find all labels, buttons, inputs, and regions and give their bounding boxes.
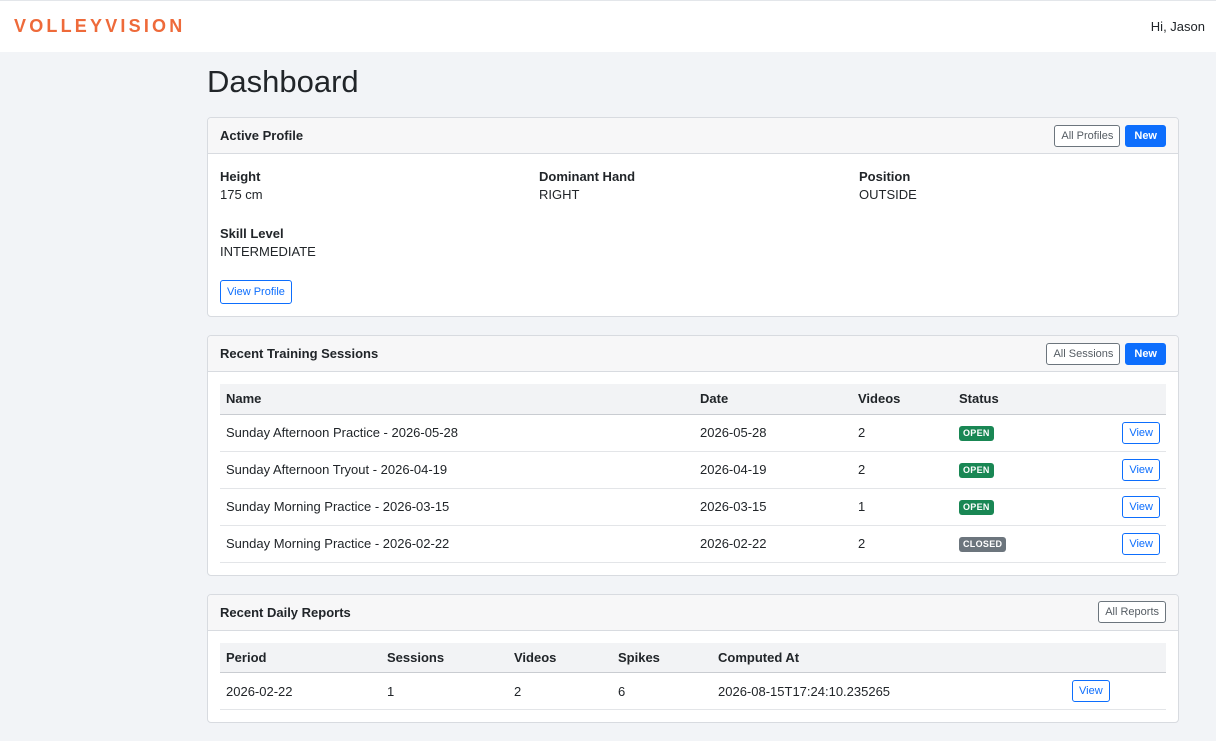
- session-status-cell: OPEN: [953, 451, 1073, 489]
- column-header-sessions: Sessions: [381, 642, 508, 673]
- session-date: 2026-02-22: [694, 525, 852, 563]
- reports-body: Period Sessions Videos Spikes Computed A…: [208, 631, 1178, 723]
- report-actions: View: [1066, 672, 1166, 710]
- column-header-actions: [1073, 384, 1166, 415]
- session-actions: View: [1073, 414, 1166, 452]
- column-header-status: Status: [953, 384, 1073, 415]
- session-date: 2026-05-28: [694, 414, 852, 452]
- report-period: 2026-02-22: [220, 672, 381, 710]
- status-badge: OPEN: [959, 463, 994, 478]
- profile-actions: All Profiles New: [1054, 124, 1166, 147]
- report-spikes: 6: [612, 672, 712, 710]
- reports-table: Period Sessions Videos Spikes Computed A…: [220, 642, 1166, 710]
- active-profile-card: Active Profile All Profiles New Height 1…: [207, 117, 1179, 317]
- brand-logo[interactable]: VOLLEYVISION: [14, 16, 185, 37]
- reports-actions: All Reports: [1098, 601, 1166, 623]
- field-value: RIGHT: [539, 187, 580, 202]
- card-title: Active Profile: [220, 128, 304, 143]
- recent-sessions-card: Recent Training Sessions All Sessions Ne…: [207, 335, 1179, 576]
- sessions-actions: All Sessions New: [1046, 342, 1166, 365]
- session-name: Sunday Morning Practice - 2026-02-22: [220, 525, 694, 563]
- session-date: 2026-04-19: [694, 451, 852, 489]
- profile-fields: Height 175 cm Dominant Hand RIGHT Positi…: [220, 166, 1166, 261]
- report-computed-at: 2026-08-15T17:24:10.235265: [712, 672, 1066, 710]
- table-header-row: Name Date Videos Status: [220, 384, 1166, 415]
- profile-field-position: Position OUTSIDE: [859, 168, 1166, 204]
- view-report-button[interactable]: View: [1072, 680, 1110, 702]
- session-name: Sunday Afternoon Tryout - 2026-04-19: [220, 451, 694, 489]
- status-badge: CLOSED: [959, 537, 1007, 552]
- session-videos: 1: [852, 488, 953, 526]
- view-session-button[interactable]: View: [1122, 458, 1160, 481]
- view-session-button[interactable]: View: [1122, 421, 1160, 444]
- new-profile-button[interactable]: New: [1125, 124, 1166, 147]
- table-header-row: Period Sessions Videos Spikes Computed A…: [220, 642, 1166, 673]
- column-header-actions: [1066, 642, 1166, 673]
- column-header-name: Name: [220, 384, 694, 415]
- report-sessions: 1: [381, 672, 508, 710]
- session-actions: View: [1073, 525, 1166, 563]
- table-row: 2026-02-22 1 2 6 2026-08-15T17:24:10.235…: [220, 672, 1166, 710]
- recent-sessions-header: Recent Training Sessions All Sessions Ne…: [208, 336, 1178, 372]
- user-greeting[interactable]: Hi, Jason: [1151, 19, 1205, 34]
- session-status-cell: CLOSED: [953, 525, 1073, 563]
- view-profile-button[interactable]: View Profile: [220, 280, 292, 304]
- table-row: Sunday Morning Practice - 2026-03-15 202…: [220, 488, 1166, 526]
- column-header-spikes: Spikes: [612, 642, 712, 673]
- session-videos: 2: [852, 525, 953, 563]
- page-title: Dashboard: [207, 64, 359, 99]
- session-status-cell: OPEN: [953, 414, 1073, 452]
- field-value: OUTSIDE: [859, 187, 917, 202]
- session-actions: View: [1073, 488, 1166, 526]
- sessions-table: Name Date Videos Status Sunday Afternoon…: [220, 384, 1166, 563]
- session-videos: 2: [852, 451, 953, 489]
- table-row: Sunday Morning Practice - 2026-02-22 202…: [220, 525, 1166, 563]
- status-badge: OPEN: [959, 426, 994, 441]
- field-label: Height: [220, 169, 261, 184]
- view-session-button[interactable]: View: [1122, 495, 1160, 518]
- all-profiles-button[interactable]: All Profiles: [1054, 124, 1121, 147]
- top-navbar: VOLLEYVISION Hi, Jason: [0, 0, 1216, 52]
- profile-field-height: Height 175 cm: [220, 168, 539, 204]
- session-name: Sunday Morning Practice - 2026-03-15: [220, 488, 694, 526]
- new-session-button[interactable]: New: [1125, 342, 1166, 365]
- recent-reports-header: Recent Daily Reports All Reports: [208, 594, 1178, 631]
- card-title: Recent Training Sessions: [220, 346, 379, 361]
- all-reports-button[interactable]: All Reports: [1098, 601, 1166, 623]
- session-videos: 2: [852, 414, 953, 452]
- view-session-button[interactable]: View: [1122, 532, 1160, 555]
- field-label: Skill Level: [220, 226, 284, 241]
- field-label: Dominant Hand: [539, 169, 636, 184]
- card-title: Recent Daily Reports: [220, 604, 351, 620]
- active-profile-body: Height 175 cm Dominant Hand RIGHT Positi…: [208, 154, 1178, 316]
- session-actions: View: [1073, 451, 1166, 489]
- column-header-date: Date: [694, 384, 852, 415]
- sessions-body: Name Date Videos Status Sunday Afternoon…: [208, 372, 1178, 575]
- table-row: Sunday Afternoon Tryout - 2026-04-19 202…: [220, 451, 1166, 489]
- active-profile-header: Active Profile All Profiles New: [208, 118, 1178, 154]
- field-label: Position: [859, 169, 911, 184]
- column-header-videos: Videos: [852, 384, 953, 415]
- profile-field-skill-level: Skill Level INTERMEDIATE: [220, 225, 539, 261]
- session-name: Sunday Afternoon Practice - 2026-05-28: [220, 414, 694, 452]
- table-row: Sunday Afternoon Practice - 2026-05-28 2…: [220, 414, 1166, 452]
- field-value: INTERMEDIATE: [220, 244, 316, 259]
- column-header-videos: Videos: [508, 642, 612, 673]
- column-header-computed-at: Computed At: [712, 642, 1066, 673]
- all-sessions-button[interactable]: All Sessions: [1046, 342, 1121, 365]
- status-badge: OPEN: [959, 500, 994, 515]
- column-header-period: Period: [220, 642, 381, 673]
- session-status-cell: OPEN: [953, 488, 1073, 526]
- main-content: Dashboard Active Profile All Profiles Ne…: [207, 52, 1179, 741]
- recent-reports-card: Recent Daily Reports All Reports Period …: [207, 593, 1179, 723]
- field-value: 175 cm: [220, 187, 263, 202]
- session-date: 2026-03-15: [694, 488, 852, 526]
- profile-field-dominant-hand: Dominant Hand RIGHT: [539, 168, 859, 204]
- report-videos: 2: [508, 672, 612, 710]
